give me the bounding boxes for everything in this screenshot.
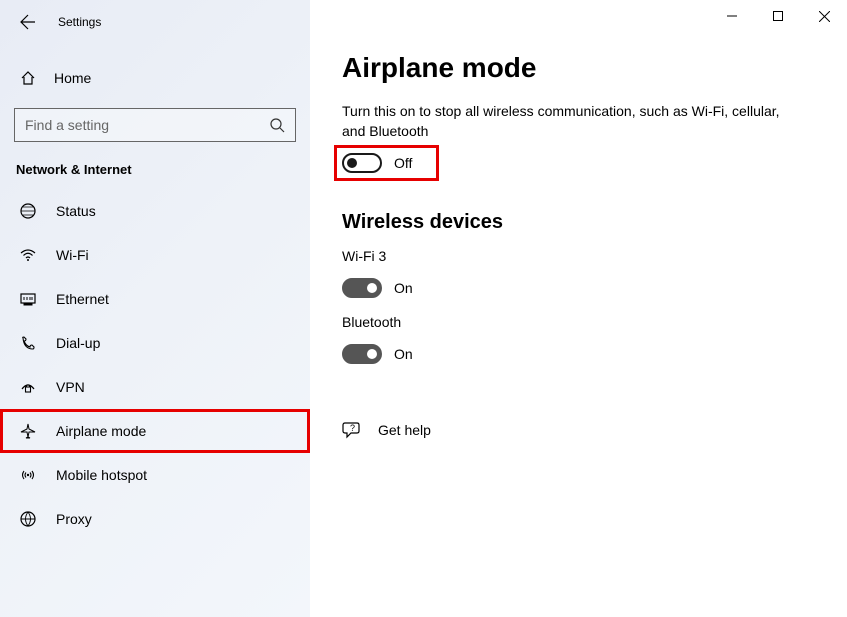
- section-label: Network & Internet: [0, 142, 310, 189]
- search-icon: [269, 117, 285, 133]
- window-controls: [709, 0, 847, 32]
- vpn-icon: [18, 378, 38, 396]
- maximize-button[interactable]: [755, 0, 801, 32]
- bluetooth-device-label: Bluetooth: [342, 314, 817, 330]
- nav-label: Status: [56, 203, 96, 219]
- svg-text:?: ?: [350, 423, 355, 433]
- dialup-icon: [18, 334, 38, 352]
- main-panel: Airplane mode Turn this on to stop all w…: [310, 0, 847, 617]
- search-input[interactable]: [25, 117, 269, 133]
- bluetooth-toggle-label: On: [394, 346, 413, 362]
- airplane-icon: [18, 422, 38, 440]
- nav-label: Wi-Fi: [56, 247, 89, 263]
- close-button[interactable]: [801, 0, 847, 32]
- wifi-toggle-wrap: On: [334, 270, 425, 306]
- proxy-icon: [18, 510, 38, 528]
- titlebar: Settings: [0, 0, 310, 44]
- get-help-link[interactable]: ? Get help: [342, 420, 817, 440]
- back-arrow-icon: [20, 14, 36, 30]
- nav-label: Proxy: [56, 511, 92, 527]
- app-title: Settings: [58, 15, 101, 29]
- ethernet-icon: [18, 290, 38, 308]
- sidebar-item-status[interactable]: Status: [0, 189, 310, 233]
- bluetooth-toggle-wrap: On: [334, 336, 425, 372]
- sidebar-item-vpn[interactable]: VPN: [0, 365, 310, 409]
- wifi-icon: [18, 246, 38, 264]
- wifi-toggle-label: On: [394, 280, 413, 296]
- page-title: Airplane mode: [342, 52, 817, 84]
- sidebar-item-mobile-hotspot[interactable]: Mobile hotspot: [0, 453, 310, 497]
- nav-label: Airplane mode: [56, 423, 146, 439]
- nav-label: VPN: [56, 379, 85, 395]
- sidebar-item-ethernet[interactable]: Ethernet: [0, 277, 310, 321]
- home-icon: [18, 70, 38, 86]
- search-box[interactable]: [14, 108, 296, 142]
- sidebar-item-home[interactable]: Home: [0, 58, 310, 98]
- hotspot-icon: [18, 466, 38, 484]
- airplane-mode-toggle-wrap: Off: [334, 145, 439, 181]
- sidebar-item-dialup[interactable]: Dial-up: [0, 321, 310, 365]
- page-description: Turn this on to stop all wireless commun…: [342, 102, 782, 141]
- nav-label: Ethernet: [56, 291, 109, 307]
- airplane-mode-toggle-label: Off: [394, 155, 412, 171]
- wifi-toggle[interactable]: [342, 278, 382, 298]
- wireless-devices-heading: Wireless devices: [342, 211, 817, 234]
- help-icon: ?: [342, 420, 364, 440]
- airplane-mode-toggle[interactable]: [342, 153, 382, 173]
- home-label: Home: [54, 70, 91, 86]
- wifi-device-label: Wi-Fi 3: [342, 248, 817, 264]
- sidebar: Settings Home Network & Internet Status: [0, 0, 310, 617]
- minimize-button[interactable]: [709, 0, 755, 32]
- nav-list: Status Wi-Fi Ethernet Dial-up: [0, 189, 310, 541]
- sidebar-item-airplane-mode[interactable]: Airplane mode: [0, 409, 310, 453]
- help-label: Get help: [378, 422, 431, 438]
- sidebar-item-proxy[interactable]: Proxy: [0, 497, 310, 541]
- back-button[interactable]: [18, 12, 38, 32]
- nav-label: Mobile hotspot: [56, 467, 147, 483]
- sidebar-item-wifi[interactable]: Wi-Fi: [0, 233, 310, 277]
- status-icon: [18, 202, 38, 220]
- nav-label: Dial-up: [56, 335, 100, 351]
- bluetooth-toggle[interactable]: [342, 344, 382, 364]
